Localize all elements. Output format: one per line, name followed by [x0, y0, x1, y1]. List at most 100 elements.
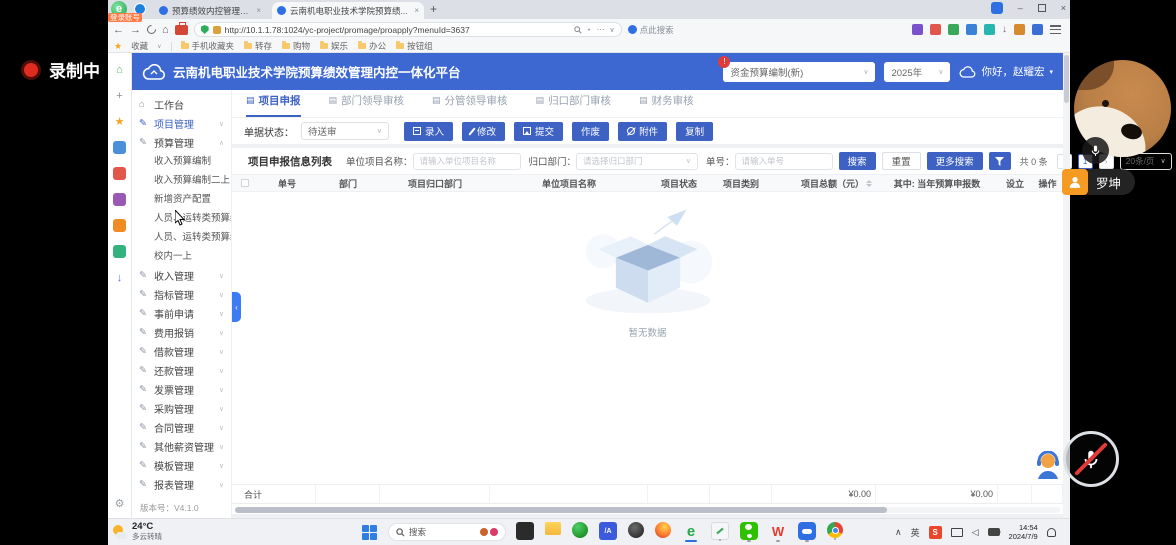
url-text[interactable]: http://10.1.1.78:1024/yc-project/promage…	[225, 25, 570, 35]
apps-icon[interactable]	[1032, 24, 1043, 35]
menu-item-报表管理[interactable]: ✎报表管理∨	[132, 475, 231, 494]
menu-item-其他薪资管理[interactable]: ✎其他薪资管理∨	[132, 437, 231, 456]
sidebar-collapse-handle[interactable]: ‹	[232, 292, 241, 322]
chat-icon[interactable]	[113, 245, 126, 258]
camera-icon[interactable]	[988, 528, 1000, 536]
notification-bell-icon[interactable]	[1047, 528, 1056, 537]
minimize-button[interactable]: –	[1018, 3, 1023, 13]
menu-item-指标管理[interactable]: ✎指标管理∨	[132, 285, 231, 304]
tab-项目申报[interactable]: ▤项目申报	[246, 93, 301, 117]
作废-button[interactable]: 作废	[572, 122, 609, 141]
dropdown-icon[interactable]: ∨	[610, 26, 615, 34]
favorites-icon[interactable]	[984, 24, 995, 35]
forward-button[interactable]: →	[130, 24, 141, 36]
game-icon[interactable]	[113, 219, 126, 232]
toolbox-icon[interactable]	[175, 25, 188, 35]
browser-tab-active[interactable]: 云南机电职业技术学院预算绩... ×	[272, 2, 424, 19]
more-search-button[interactable]: 更多搜索	[927, 152, 983, 170]
gallery-icon[interactable]	[113, 141, 126, 154]
start-button[interactable]	[362, 525, 377, 540]
录入-button[interactable]: 录入	[404, 122, 453, 141]
new-tab-button[interactable]: +	[430, 2, 437, 16]
close-button[interactable]: ×	[1061, 3, 1066, 13]
menu-item-借款管理[interactable]: ✎借款管理∨	[132, 342, 231, 361]
menu-item-项目管理[interactable]: ✎项目管理∨	[132, 114, 231, 133]
browser-app-icon[interactable]	[991, 2, 1003, 14]
submenu-item-校内一上[interactable]: 校内一上	[132, 247, 231, 266]
submenu-item-新增资产配置[interactable]: 新增资产配置	[132, 190, 231, 209]
login-badge[interactable]: 登录账号	[108, 13, 142, 22]
menu-item-预算管理[interactable]: ✎预算管理∧	[132, 133, 231, 152]
netdisk-icon[interactable]	[798, 522, 816, 540]
menu-item-工作台[interactable]: ⌂工作台	[132, 95, 231, 114]
status-select[interactable]: 待送审 ∨	[301, 122, 389, 140]
submenu-item-收入预算编制[interactable]: 收入预算编制	[132, 152, 231, 171]
year-select[interactable]: 2025年 ∨	[884, 62, 950, 82]
提交-button[interactable]: 提交	[514, 122, 563, 141]
display-icon[interactable]	[951, 528, 963, 537]
column-header[interactable]: 项目总额（元）	[772, 177, 876, 190]
user-greeting[interactable]: 你好，赵耀宏 ▾	[959, 64, 1053, 79]
bookmark-item[interactable]: 娱乐	[320, 40, 348, 52]
gear-icon[interactable]: ⚙	[113, 497, 126, 510]
menu-icon[interactable]	[1050, 25, 1061, 34]
menu-item-还款管理[interactable]: ✎还款管理∨	[132, 361, 231, 380]
bookmark-item[interactable]: 按钮组	[396, 40, 433, 52]
volume-icon[interactable]: ◁	[972, 527, 979, 538]
tab-归口部门审核[interactable]: ▤归口部门审核	[536, 93, 612, 117]
address-bar[interactable]: http://10.1.1.78:1024/yc-project/promage…	[194, 22, 622, 37]
file-explorer-icon[interactable]	[545, 522, 561, 535]
game-center-icon[interactable]	[948, 24, 959, 35]
menu-item-模板管理[interactable]: ✎模板管理∨	[132, 456, 231, 475]
browser-360-icon[interactable]: e	[682, 522, 700, 540]
tab-分管领导审核[interactable]: ▤分管领导审核	[432, 93, 508, 117]
taskbar-search[interactable]: 搜索	[388, 523, 506, 541]
skin-icon[interactable]	[1014, 24, 1025, 35]
horizontal-scrollbar[interactable]	[235, 507, 1060, 513]
menu-item-采购管理[interactable]: ✎采购管理∨	[132, 399, 231, 418]
quick-search[interactable]: 点此搜索	[628, 24, 674, 36]
menu-item-发票管理[interactable]: ✎发票管理∨	[132, 380, 231, 399]
bookmark-item[interactable]: 转存	[244, 40, 272, 52]
firefox-icon[interactable]	[655, 522, 671, 538]
music-icon[interactable]	[113, 193, 126, 206]
select-all-checkbox[interactable]	[241, 179, 249, 187]
download-icon[interactable]: ↓	[113, 271, 126, 284]
filter-input[interactable]: 请输入单位项目名称	[413, 153, 521, 170]
menu-item-费用报销[interactable]: ✎费用报销∨	[132, 323, 231, 342]
back-button[interactable]: ←	[113, 24, 124, 36]
maximize-button[interactable]	[1038, 4, 1046, 12]
weather-widget[interactable]: 24°C 多云转晴	[112, 522, 162, 541]
customer-service-icon[interactable]	[1035, 451, 1062, 486]
clock[interactable]: 14:54 2024/7/9	[1009, 523, 1038, 541]
mute-microphone-button[interactable]	[1063, 431, 1119, 487]
wps-icon[interactable]: W	[769, 522, 787, 540]
video-icon[interactable]	[113, 167, 126, 180]
module-select[interactable]: ! 资金预算编制(新) ∨	[723, 62, 875, 82]
menu-item-收入管理[interactable]: ✎收入管理∨	[132, 266, 231, 285]
task-view-icon[interactable]	[516, 522, 534, 540]
tab-close-icon[interactable]: ×	[256, 6, 261, 15]
修改-button[interactable]: 修改	[462, 122, 505, 141]
browser-tab[interactable]: 预算绩效内控管理一体化平台 ×	[154, 2, 266, 19]
filter-select[interactable]: 请选择归口部门∨	[576, 153, 698, 170]
bookmark-item[interactable]: 购物	[282, 40, 310, 52]
download-icon[interactable]: ↓	[1002, 24, 1007, 35]
submenu-item-收入预算编制二上[interactable]: 收入预算编制二上	[132, 171, 231, 190]
复制-button[interactable]: 复制	[676, 122, 713, 141]
tab-财务审核[interactable]: ▤财务审核	[639, 93, 694, 117]
sogou-icon[interactable]: S	[929, 526, 942, 539]
flash-icon[interactable]: ⋆	[587, 25, 592, 34]
scrollbar-thumb[interactable]	[1064, 55, 1069, 103]
tab-close-icon[interactable]: ×	[414, 6, 419, 15]
reload-button[interactable]	[145, 23, 158, 36]
chrome-icon[interactable]	[827, 522, 843, 538]
input-method-indicator[interactable]: 英	[911, 526, 920, 539]
screenshot-icon[interactable]	[912, 24, 923, 35]
bookmark-item[interactable]: 手机收藏夹	[181, 40, 235, 52]
add-icon[interactable]: +	[113, 89, 126, 102]
bookmarks-caret-icon[interactable]: ∨	[157, 43, 161, 50]
home-icon[interactable]: ⌂	[113, 63, 126, 76]
photos-icon[interactable]	[628, 522, 644, 538]
menu-item-合同管理[interactable]: ✎合同管理∨	[132, 418, 231, 437]
